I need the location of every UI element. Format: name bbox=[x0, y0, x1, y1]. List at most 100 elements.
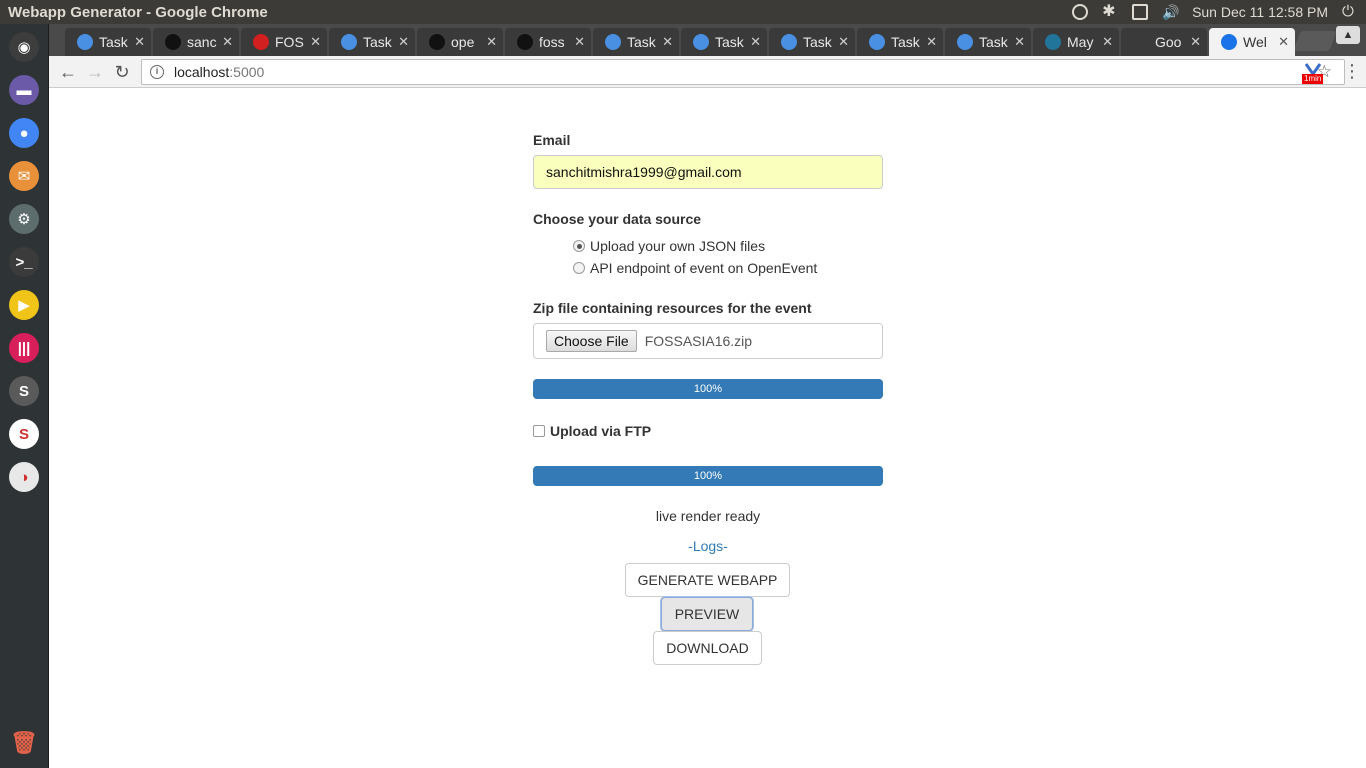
browser-tab[interactable]: Task ✕ bbox=[769, 28, 855, 56]
zip-label: Zip file containing resources for the ev… bbox=[533, 300, 812, 316]
sublime-text-icon[interactable]: S bbox=[9, 376, 39, 406]
system-top-bar: Webapp Generator - Google Chrome ✱ 🔊 Sun… bbox=[0, 0, 1366, 24]
tab-favicon-icon bbox=[77, 34, 93, 50]
browser-tab[interactable]: Task ✕ bbox=[681, 28, 767, 56]
gitkraken-icon[interactable]: ||| bbox=[9, 333, 39, 363]
browser-tab[interactable]: Goo ✕ bbox=[1121, 28, 1207, 56]
close-tab-icon[interactable]: ✕ bbox=[398, 34, 409, 50]
download-button[interactable]: DOWNLOAD bbox=[653, 631, 762, 665]
browser-tab[interactable]: Task ✕ bbox=[857, 28, 943, 56]
ftp-checkbox[interactable]: Upload via FTP bbox=[533, 423, 651, 439]
browser-tab[interactable]: Task ✕ bbox=[329, 28, 415, 56]
logs-link[interactable]: -Logs- bbox=[533, 538, 883, 554]
browser-toolbar: ← → ↻ i localhost:5000 ☆ 1min ⋮ bbox=[49, 56, 1366, 88]
browser-tab[interactable]: Task ✕ bbox=[65, 28, 151, 56]
info-icon[interactable]: i bbox=[150, 65, 164, 79]
user-menu-icon[interactable]: ▲ bbox=[1336, 26, 1360, 44]
radio-button[interactable] bbox=[573, 262, 585, 274]
extension-timer-icon[interactable]: 1min bbox=[1302, 62, 1328, 84]
close-tab-icon[interactable]: ✕ bbox=[222, 34, 233, 50]
tab-favicon-icon bbox=[869, 34, 885, 50]
radio-api-endpoint[interactable]: API endpoint of event on OpenEvent bbox=[573, 260, 817, 276]
tab-title: Task bbox=[363, 34, 392, 50]
choose-file-button[interactable]: Choose File bbox=[546, 330, 637, 352]
tab-title: Task bbox=[99, 34, 128, 50]
radio-button[interactable] bbox=[573, 240, 585, 252]
close-tab-icon[interactable]: ✕ bbox=[662, 34, 673, 50]
tab-title: Task bbox=[715, 34, 744, 50]
system-tray: ✱ 🔊 Sun Dec 11 12:58 PM ⏻ bbox=[1072, 0, 1366, 24]
display-icon[interactable] bbox=[1132, 4, 1149, 20]
tab-title: FOS bbox=[275, 34, 304, 50]
radio-label: API endpoint of event on OpenEvent bbox=[590, 260, 818, 276]
settings-toggle-icon[interactable]: ⚙ bbox=[9, 204, 39, 234]
gear-icon[interactable]: ✱ bbox=[1102, 4, 1118, 20]
software-center-icon[interactable]: ✉ bbox=[9, 161, 39, 191]
clock[interactable]: Sun Dec 11 12:58 PM bbox=[1192, 4, 1328, 20]
terminal-icon[interactable]: >_ bbox=[9, 247, 39, 277]
status-text: live render ready bbox=[655, 508, 761, 524]
url-host: localhost bbox=[174, 64, 230, 80]
tab-title: ope bbox=[451, 34, 475, 50]
tab-title: Task bbox=[979, 34, 1008, 50]
trash-icon[interactable]: 🗑 bbox=[9, 728, 39, 758]
tab-favicon-icon bbox=[429, 34, 445, 50]
chrome-menu-icon[interactable]: ⋮ bbox=[1343, 61, 1361, 82]
media-player-icon[interactable]: ▶ bbox=[9, 290, 39, 320]
address-bar[interactable]: i localhost:5000 ☆ bbox=[141, 59, 1345, 85]
tab-title: Goo bbox=[1155, 34, 1182, 50]
preview-button[interactable]: PREVIEW bbox=[661, 597, 753, 631]
close-tab-icon[interactable]: ✕ bbox=[134, 34, 145, 50]
close-tab-icon[interactable]: ✕ bbox=[1014, 34, 1025, 50]
close-tab-icon[interactable]: ✕ bbox=[1102, 34, 1113, 50]
radio-upload-json[interactable]: Upload your own JSON files bbox=[573, 238, 765, 254]
tab-title: Task bbox=[627, 34, 656, 50]
network-icon[interactable] bbox=[1072, 4, 1089, 20]
tab-title: Wel bbox=[1243, 34, 1267, 50]
zip-file-input[interactable]: Choose File FOSSASIA16.zip bbox=[533, 323, 883, 359]
browser-tab[interactable]: Task ✕ bbox=[945, 28, 1031, 56]
browser-tab[interactable]: May ✕ bbox=[1033, 28, 1119, 56]
chrome-icon[interactable]: ● bbox=[9, 118, 39, 148]
ubuntu-logo-icon[interactable]: ◉ bbox=[9, 32, 39, 62]
tab-favicon-icon bbox=[517, 34, 533, 50]
url-port: :5000 bbox=[229, 64, 265, 80]
tab-favicon-icon bbox=[957, 34, 973, 50]
close-tab-icon[interactable]: ✕ bbox=[1190, 34, 1201, 50]
tab-title: foss bbox=[539, 34, 565, 50]
file-name: FOSSASIA16.zip bbox=[644, 333, 753, 349]
back-arrow-icon[interactable]: ← bbox=[57, 61, 79, 83]
generate-webapp-button[interactable]: GENERATE WEBAPP bbox=[625, 563, 790, 597]
email-field[interactable]: sanchitmishra1999@gmail.com bbox=[533, 155, 883, 189]
browser-tab[interactable]: foss ✕ bbox=[505, 28, 591, 56]
browser-tab[interactable]: Task ✕ bbox=[593, 28, 679, 56]
power-icon[interactable]: ⏻ bbox=[1342, 4, 1358, 20]
close-tab-icon[interactable]: ✕ bbox=[1278, 34, 1289, 50]
reload-icon[interactable]: ↻ bbox=[111, 61, 133, 83]
browser-tab[interactable]: Wel ✕ bbox=[1209, 28, 1295, 56]
checkbox[interactable] bbox=[533, 425, 545, 437]
generate-progress-bar: 100% bbox=[533, 466, 883, 486]
timer-icon[interactable]: ◑ bbox=[9, 462, 39, 492]
tab-title: sanc bbox=[187, 34, 217, 50]
tab-favicon-icon bbox=[781, 34, 797, 50]
browser-tab[interactable]: FOS ✕ bbox=[241, 28, 327, 56]
tab-strip: ▲ Task ✕ sanc ✕ FOS ✕ Task ✕ ope ✕ foss ✕ Task ✕ Task ✕… bbox=[49, 24, 1366, 56]
close-tab-icon[interactable]: ✕ bbox=[310, 34, 321, 50]
volume-icon[interactable]: 🔊 bbox=[1162, 4, 1179, 20]
upload-progress-bar: 100% bbox=[533, 379, 883, 399]
close-tab-icon[interactable]: ✕ bbox=[926, 34, 937, 50]
close-tab-icon[interactable]: ✕ bbox=[838, 34, 849, 50]
browser-tab[interactable]: ope ✕ bbox=[417, 28, 503, 56]
files-icon[interactable]: ▬ bbox=[9, 75, 39, 105]
browser-tab[interactable]: sanc ✕ bbox=[153, 28, 239, 56]
close-tab-icon[interactable]: ✕ bbox=[486, 34, 497, 50]
extension-badge: 1min bbox=[1302, 74, 1324, 84]
tab-title: May bbox=[1067, 34, 1094, 50]
close-tab-icon[interactable]: ✕ bbox=[750, 34, 761, 50]
new-tab-button[interactable] bbox=[1293, 31, 1337, 51]
close-tab-icon[interactable]: ✕ bbox=[574, 34, 585, 50]
tab-favicon-icon bbox=[1045, 34, 1061, 50]
forward-arrow-icon[interactable]: → bbox=[84, 61, 106, 83]
slack-icon[interactable]: S bbox=[9, 419, 39, 449]
